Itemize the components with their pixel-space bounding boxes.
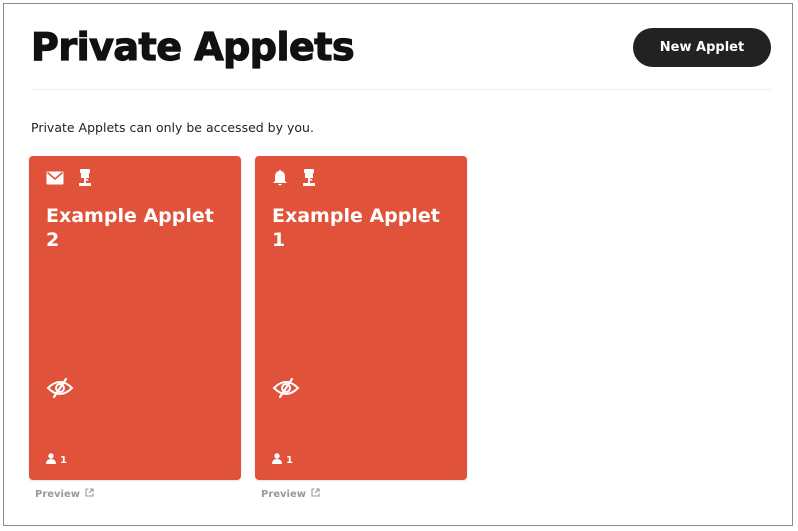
applet-card[interactable]: Example Applet 1 1 bbox=[255, 156, 467, 480]
page-description: Private Applets can only be accessed by … bbox=[31, 120, 314, 135]
user-count: 1 bbox=[46, 453, 67, 467]
desk-lamp-icon bbox=[78, 169, 92, 187]
user-count: 1 bbox=[272, 453, 293, 467]
applet-title: Example Applet 1 bbox=[272, 205, 440, 251]
preview-label: Preview bbox=[261, 488, 307, 500]
applet-card[interactable]: Example Applet 2 1 bbox=[29, 156, 241, 480]
bell-icon bbox=[272, 169, 288, 187]
header-divider bbox=[31, 89, 771, 90]
preview-link[interactable]: Preview bbox=[261, 488, 320, 500]
external-link-icon bbox=[311, 488, 320, 500]
user-count-value: 1 bbox=[286, 454, 293, 466]
service-icons bbox=[46, 168, 92, 188]
user-count-value: 1 bbox=[60, 454, 67, 466]
applet-title: Example Applet 2 bbox=[46, 205, 214, 251]
new-applet-button[interactable]: New Applet bbox=[633, 28, 771, 67]
eye-off-icon bbox=[272, 377, 300, 403]
eye-off-icon bbox=[46, 377, 74, 403]
preview-link[interactable]: Preview bbox=[35, 488, 94, 500]
private-applets-page: Private Applets New Applet Private Apple… bbox=[3, 3, 793, 526]
email-icon bbox=[46, 171, 64, 185]
user-icon bbox=[272, 453, 282, 467]
external-link-icon bbox=[85, 488, 94, 500]
preview-label: Preview bbox=[35, 488, 81, 500]
service-icons bbox=[272, 168, 316, 188]
page-title: Private Applets bbox=[30, 24, 355, 69]
user-icon bbox=[46, 453, 56, 467]
desk-lamp-icon bbox=[302, 169, 316, 187]
